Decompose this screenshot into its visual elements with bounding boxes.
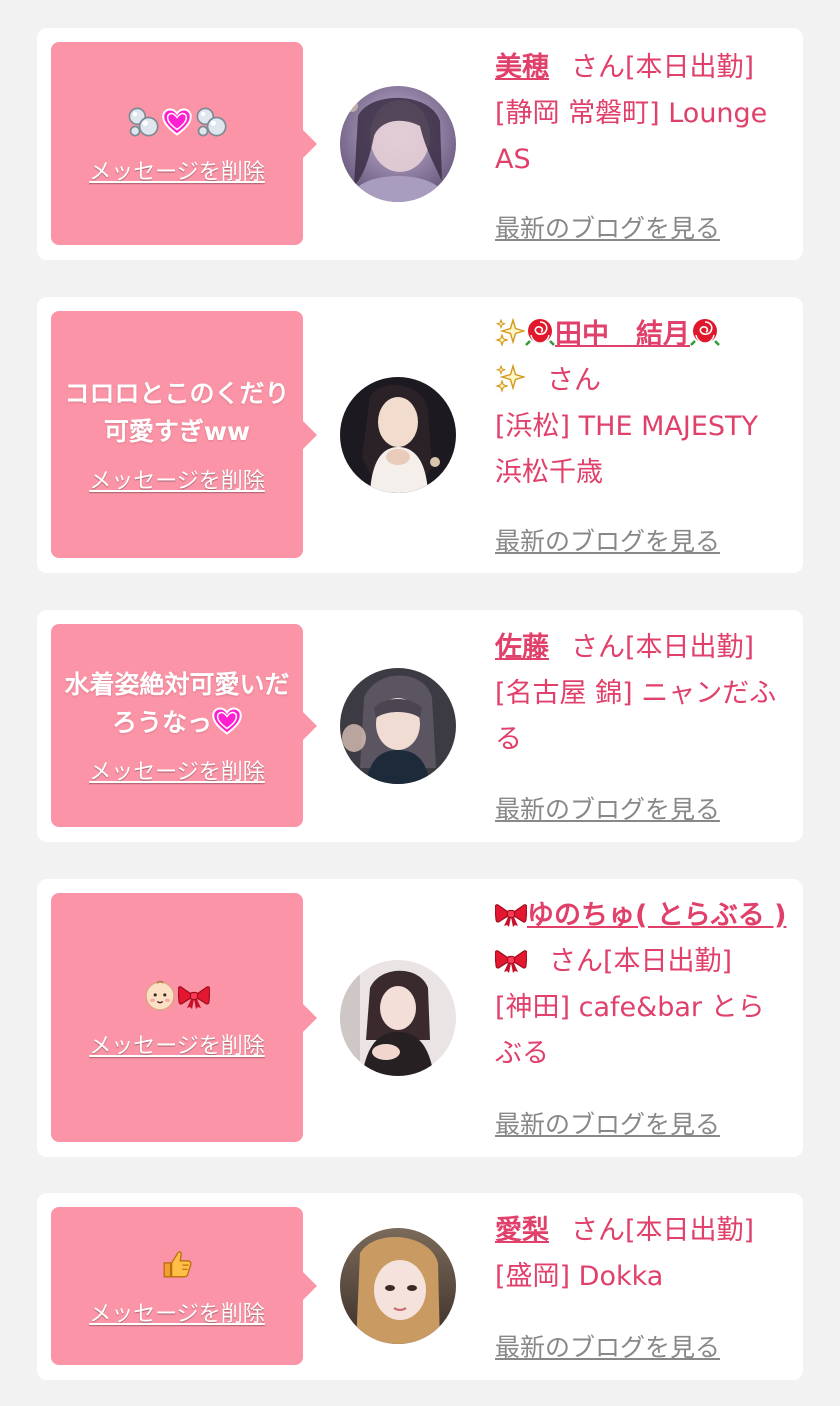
cast-status: さん: [547, 365, 601, 396]
area-shop: [静岡 常磐町] Lounge AS: [495, 98, 768, 175]
message-card: メッセージを削除 美穂 さん[本日出勤] [静岡 常磐町] Lounge AS 最…: [37, 28, 803, 260]
ribbon-icon: [495, 946, 527, 974]
latest-blog-link[interactable]: 最新のブログを見る: [495, 1105, 720, 1141]
area-shop: [名古屋 錦] ニャンだふる: [495, 678, 777, 755]
avatar[interactable]: [340, 86, 456, 202]
message-card: コロロとこのくだり可愛すぎww メッセージを削除 田中 結月さん [浜松] TH…: [37, 297, 803, 573]
rose-icon: [525, 317, 555, 347]
latest-blog-link[interactable]: 最新のブログを見る: [495, 209, 720, 245]
bubbles-icon: [194, 105, 228, 139]
avatar[interactable]: [340, 1228, 456, 1344]
message-card: 水着姿絶対可愛いだろうなっ メッセージを削除 佐藤 さん[本日出勤] [名古屋 錦…: [37, 610, 803, 842]
area-shop: [神田] cafe&bar とらぶる: [495, 992, 765, 1069]
sparkles-icon: [495, 363, 525, 393]
message-bubble: メッセージを削除: [51, 42, 317, 245]
bubbles-icon: [126, 105, 160, 139]
message-content: [144, 976, 210, 1016]
message-bubble: メッセージを削除: [51, 1207, 317, 1365]
baby-face-icon: [144, 980, 176, 1012]
message-bubble: メッセージを削除: [51, 893, 317, 1142]
latest-blog-link[interactable]: 最新のブログを見る: [495, 790, 720, 826]
heart-icon: [162, 108, 192, 136]
cast-name-link[interactable]: 愛梨: [495, 1215, 549, 1246]
avatar-photo: [340, 377, 456, 493]
avatar[interactable]: [340, 960, 456, 1076]
latest-blog-link[interactable]: 最新のブログを見る: [495, 522, 720, 558]
delete-message-link[interactable]: メッセージを削除: [89, 1296, 265, 1328]
cast-info: ゆのちゅ( とらぶる ) さん[本日出勤] [神田] cafe&bar とらぶる: [495, 893, 791, 1077]
cast-status: さん[本日出勤]: [549, 946, 733, 977]
message-bubble: 水着姿絶対可愛いだろうなっ メッセージを削除: [51, 624, 317, 827]
avatar[interactable]: [340, 668, 456, 784]
cast-name-link[interactable]: 佐藤: [495, 632, 549, 663]
latest-blog-link[interactable]: 最新のブログを見る: [495, 1328, 720, 1364]
avatar-photo: [340, 668, 456, 784]
cast-status: さん[本日出勤]: [571, 1215, 755, 1246]
avatar-photo: [340, 960, 456, 1076]
delete-message-link[interactable]: メッセージを削除: [89, 154, 265, 186]
rose-icon: [690, 317, 720, 347]
message-text: コロロとこのくだり可愛すぎww: [64, 378, 290, 446]
cast-info: 佐藤 さん[本日出勤] [名古屋 錦] ニャンだふる: [495, 625, 791, 763]
cast-info: 田中 結月さん [浜松] THE MAJESTY 浜松千歳: [495, 312, 791, 496]
message-content: [161, 1244, 193, 1284]
delete-message-link[interactable]: メッセージを削除: [89, 754, 265, 786]
avatar-photo: [340, 1228, 456, 1344]
message-bubble: コロロとこのくだり可愛すぎww メッセージを削除: [51, 311, 317, 558]
delete-message-link[interactable]: メッセージを削除: [89, 1028, 265, 1060]
heart-icon: [212, 707, 242, 735]
ribbon-icon: [495, 900, 527, 928]
avatar-photo: [340, 86, 456, 202]
cast-info: 愛梨 さん[本日出勤] [盛岡] Dokka: [495, 1208, 791, 1300]
cast-name-link[interactable]: 田中 結月: [495, 319, 720, 396]
message-text: 水着姿絶対可愛いだろうなっ: [63, 666, 291, 742]
sparkles-icon: [495, 317, 525, 347]
message-content: [126, 102, 228, 142]
cast-status: さん[本日出勤]: [571, 52, 755, 83]
avatar[interactable]: [340, 377, 456, 493]
area-shop: [盛岡] Dokka: [495, 1261, 664, 1292]
message-card: メッセージを削除 愛梨 さん[本日出勤] [盛岡] Dokka 最新のブログを見る: [37, 1193, 803, 1380]
cast-name: ゆのちゅ( とらぶる ): [527, 900, 787, 931]
cast-name: 田中 結月: [555, 319, 690, 350]
ribbon-icon: [178, 982, 210, 1010]
cast-status: さん[本日出勤]: [571, 632, 755, 663]
delete-message-link[interactable]: メッセージを削除: [89, 463, 265, 495]
area-shop: [浜松] THE MAJESTY 浜松千歳: [495, 411, 758, 488]
cast-name-link[interactable]: 美穂: [495, 52, 549, 83]
message-text-body: 水着姿絶対可愛いだろうなっ: [64, 669, 290, 737]
message-card: メッセージを削除 ゆのちゅ( とらぶる ) さん[本日出勤] [神田] cafe&…: [37, 879, 803, 1157]
cast-info: 美穂 さん[本日出勤] [静岡 常磐町] Lounge AS: [495, 45, 791, 183]
thumbs-up-icon: [161, 1248, 193, 1280]
